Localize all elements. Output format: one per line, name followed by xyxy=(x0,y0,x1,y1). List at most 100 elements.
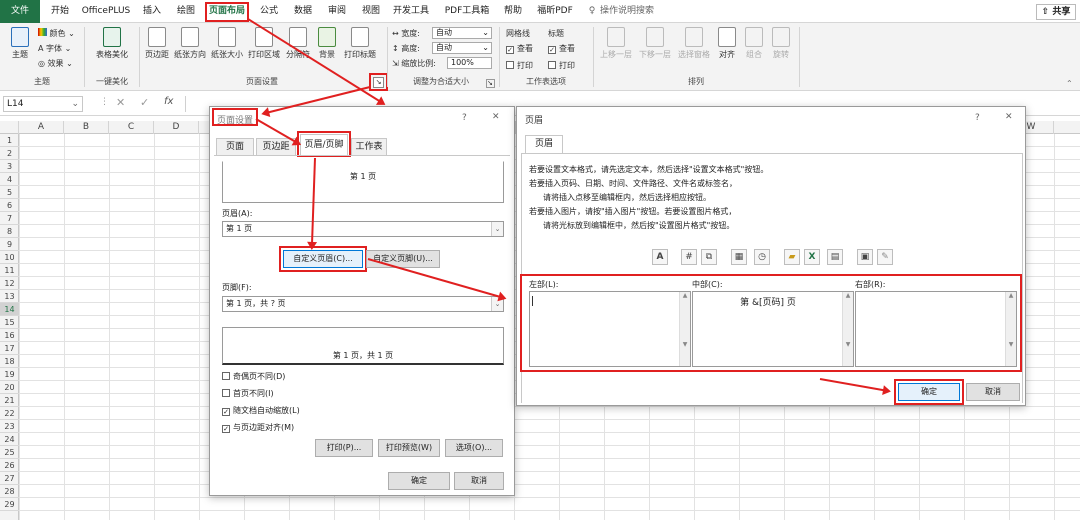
share-button[interactable]: ⇧ 共享 xyxy=(1036,4,1076,20)
align-button[interactable]: 对齐 xyxy=(714,27,740,60)
row-header[interactable]: 1 xyxy=(0,134,19,147)
row-header[interactable]: 27 xyxy=(0,472,19,485)
row-header[interactable]: 14 xyxy=(0,303,19,316)
row-header[interactable]: 13 xyxy=(0,290,19,303)
insert-page-count-icon[interactable]: ⧉ xyxy=(701,249,717,265)
column-header[interactable]: A xyxy=(19,121,64,134)
tab-data[interactable]: 数据 xyxy=(287,0,319,23)
group-objects-button[interactable]: 组合 xyxy=(741,27,767,60)
column-header[interactable]: B xyxy=(64,121,109,134)
help-icon[interactable]: ? xyxy=(462,113,467,123)
insert-file-name-icon[interactable]: X xyxy=(804,249,820,265)
row-header[interactable]: 26 xyxy=(0,459,19,472)
tab-home[interactable]: 开始 xyxy=(44,0,76,23)
row-header[interactable]: 25 xyxy=(0,446,19,459)
tab-foxit-pdf[interactable]: 福昕PDF xyxy=(530,0,580,23)
tab-officeplus[interactable]: OfficePLUS xyxy=(78,0,134,23)
headings-print-checkbox[interactable]: 打印 xyxy=(548,60,575,71)
tab-insert[interactable]: 插入 xyxy=(136,0,168,23)
tab-file[interactable]: 文件 xyxy=(0,0,40,23)
row-header[interactable]: 20 xyxy=(0,381,19,394)
enter-icon[interactable]: ✓ xyxy=(140,96,149,109)
page-setup-ok-button[interactable]: 确定 xyxy=(388,472,450,490)
scrollbar[interactable]: ▲ ▼ xyxy=(679,292,690,366)
send-backward-button[interactable]: 下移一层 xyxy=(636,27,674,60)
insert-picture-icon[interactable]: ▣ xyxy=(857,249,873,265)
margins-button[interactable]: 页边距 xyxy=(143,27,171,60)
gridlines-view-checkbox[interactable]: ✓ 查看 xyxy=(506,43,533,54)
scale-launcher-icon[interactable]: ↘ xyxy=(486,79,495,88)
width-select[interactable]: 自动 ⌄ xyxy=(432,27,492,39)
scale-with-doc-checkbox[interactable]: ✓ 随文档自动缩放(L) xyxy=(222,405,300,416)
collapse-ribbon-icon[interactable]: ⌃ xyxy=(1066,79,1073,88)
scrollbar[interactable]: ▲ ▼ xyxy=(1005,292,1016,366)
tab-draw[interactable]: 绘图 xyxy=(170,0,202,23)
tab-developer[interactable]: 开发工具 xyxy=(389,0,433,23)
footer-dropdown[interactable]: 第 1 页，共 ? 页 ⌄ xyxy=(222,296,504,312)
column-header[interactable]: D xyxy=(154,121,199,134)
row-header[interactable]: 9 xyxy=(0,238,19,251)
scrollbar[interactable]: ▲ ▼ xyxy=(842,292,853,366)
row-header[interactable]: 4 xyxy=(0,173,19,186)
header-cancel-button[interactable]: 取消 xyxy=(966,383,1020,401)
right-section-input[interactable]: ▲ ▼ xyxy=(855,291,1017,367)
insert-page-number-icon[interactable]: # xyxy=(681,249,697,265)
scale-input[interactable]: 100% xyxy=(447,57,492,69)
row-header[interactable]: 18 xyxy=(0,355,19,368)
row-header[interactable]: 28 xyxy=(0,485,19,498)
close-icon[interactable]: ✕ xyxy=(492,112,500,122)
row-header[interactable]: 17 xyxy=(0,342,19,355)
row-header[interactable]: 22 xyxy=(0,407,19,420)
gridlines-print-checkbox[interactable]: 打印 xyxy=(506,60,533,71)
format-text-icon[interactable]: A xyxy=(652,249,668,265)
row-header[interactable]: 19 xyxy=(0,368,19,381)
name-box[interactable]: L14 ⌄ xyxy=(3,96,83,112)
row-header[interactable]: 16 xyxy=(0,329,19,342)
fonts-button[interactable]: A 字体 ⌄ xyxy=(38,43,71,54)
tab-review[interactable]: 审阅 xyxy=(321,0,353,23)
headings-view-checkbox[interactable]: ✓ 查看 xyxy=(548,43,575,54)
insert-date-icon[interactable]: ▦ xyxy=(731,249,747,265)
format-picture-icon[interactable]: ✎ xyxy=(877,249,893,265)
row-header[interactable]: 8 xyxy=(0,225,19,238)
header-dropdown[interactable]: 第 1 页 ⌄ xyxy=(222,221,504,237)
select-all-corner[interactable] xyxy=(0,121,19,134)
row-header[interactable]: 23 xyxy=(0,420,19,433)
tab-sheet[interactable]: 工作表 xyxy=(351,138,387,155)
row-header[interactable]: 10 xyxy=(0,251,19,264)
background-button[interactable]: 背景 xyxy=(314,27,340,60)
size-button[interactable]: 纸张大小 xyxy=(209,27,245,60)
table-beautify-button[interactable]: 表格美化 xyxy=(90,27,134,60)
tab-help[interactable]: 帮助 xyxy=(497,0,529,23)
bring-forward-button[interactable]: 上移一层 xyxy=(597,27,635,60)
left-section-input[interactable]: ▲ ▼ xyxy=(529,291,691,367)
rotate-button[interactable]: 旋转 xyxy=(768,27,794,60)
tab-header[interactable]: 页眉 xyxy=(525,135,563,154)
help-icon[interactable]: ? xyxy=(975,113,980,123)
first-page-checkbox[interactable]: 首页不同(I) xyxy=(222,388,274,399)
selection-pane-button[interactable]: 选择窗格 xyxy=(675,27,713,60)
custom-footer-button[interactable]: 自定义页脚(U)... xyxy=(366,250,440,268)
row-header[interactable]: 7 xyxy=(0,212,19,225)
cancel-icon[interactable]: ✕ xyxy=(116,96,125,109)
orientation-button[interactable]: 纸张方向 xyxy=(172,27,208,60)
page-setup-cancel-button[interactable]: 取消 xyxy=(454,472,504,490)
theme-button[interactable]: 主题 xyxy=(6,27,34,60)
colors-button[interactable]: 颜色 ⌄ xyxy=(38,28,75,39)
tab-view[interactable]: 视图 xyxy=(355,0,387,23)
insert-sheet-name-icon[interactable]: ▤ xyxy=(827,249,843,265)
column-header[interactable]: C xyxy=(109,121,154,134)
insert-time-icon[interactable]: ◷ xyxy=(754,249,770,265)
align-margins-checkbox[interactable]: ✓ 与页边距对齐(M) xyxy=(222,422,294,433)
print-titles-button[interactable]: 打印标题 xyxy=(341,27,379,60)
height-select[interactable]: 自动 ⌄ xyxy=(432,42,492,54)
center-section-input[interactable]: 第 &[页码] 页 ▲ ▼ xyxy=(692,291,854,367)
row-header[interactable]: 29 xyxy=(0,498,19,511)
row-header[interactable]: 5 xyxy=(0,186,19,199)
row-header[interactable]: 21 xyxy=(0,394,19,407)
print-area-button[interactable]: 打印区域 xyxy=(246,27,282,60)
row-header[interactable]: 3 xyxy=(0,160,19,173)
tab-formulas[interactable]: 公式 xyxy=(253,0,285,23)
close-icon[interactable]: ✕ xyxy=(1005,112,1013,122)
row-header[interactable]: 15 xyxy=(0,316,19,329)
